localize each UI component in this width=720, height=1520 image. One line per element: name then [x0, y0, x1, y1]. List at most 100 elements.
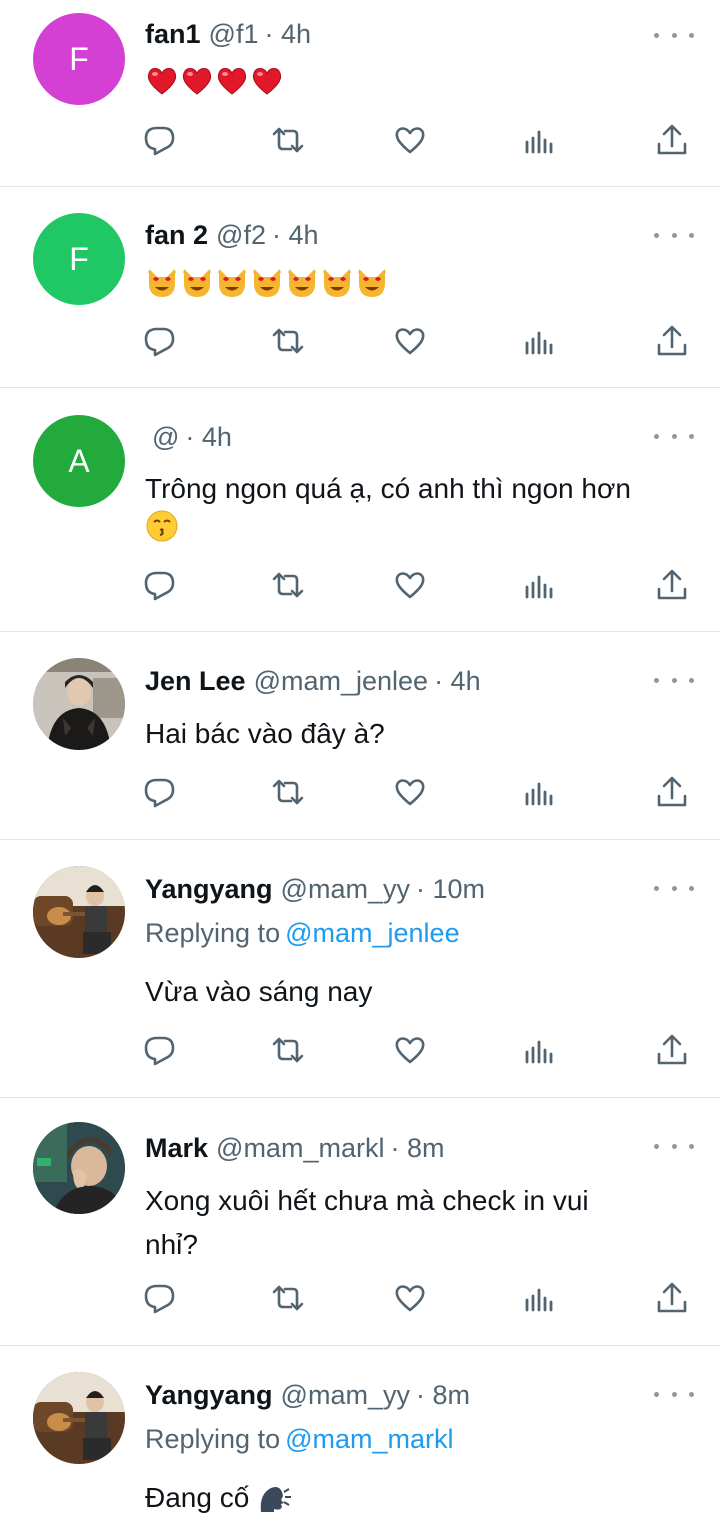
display-name[interactable]: fan1	[145, 14, 201, 54]
avatar[interactable]: F	[33, 13, 125, 105]
like-icon[interactable]	[390, 321, 430, 361]
red-heart-emoji	[180, 64, 214, 103]
emoji-row	[145, 64, 285, 103]
tweet-header: fan 2 @f2 · 4h	[145, 215, 319, 255]
share-icon[interactable]	[652, 1278, 692, 1318]
retweet-icon[interactable]	[268, 565, 308, 605]
tweet-text: Trông ngon quá ạ, có anh thì ngon hơn	[145, 473, 631, 504]
reply-icon[interactable]	[140, 321, 180, 361]
more-options-icon[interactable]	[654, 25, 694, 45]
timestamp[interactable]: · 4h	[272, 215, 319, 255]
retweet-icon[interactable]	[268, 1030, 308, 1070]
like-icon[interactable]	[390, 565, 430, 605]
tweet-header: Jen Lee @mam_jenlee · 4h	[145, 661, 481, 701]
tweet-text: Đang cố	[145, 1482, 250, 1513]
avatar[interactable]: F	[33, 213, 125, 305]
handle[interactable]: @mam_markl	[216, 1128, 384, 1168]
avatar[interactable]: A	[33, 415, 125, 507]
tweet[interactable]: Jen Lee @mam_jenlee · 4h Hai bác vào đây…	[0, 632, 720, 840]
views-icon[interactable]	[519, 1030, 559, 1070]
tweet-text-line: nhỉ?	[145, 1229, 198, 1260]
handle[interactable]: @	[152, 417, 179, 457]
tweet-text-row: Đang cố	[145, 1476, 700, 1520]
more-options-icon[interactable]	[654, 878, 694, 898]
replying-handle-link[interactable]: @mam_jenlee	[285, 918, 460, 948]
person-on-sofa-with-guitar-photo	[33, 866, 125, 958]
smiling-cat-heart-eyes-emoji	[285, 265, 319, 304]
replying-label: Replying to	[145, 918, 281, 948]
reply-icon[interactable]	[140, 565, 180, 605]
avatar[interactable]	[33, 866, 125, 958]
reply-icon[interactable]	[140, 1030, 180, 1070]
views-icon[interactable]	[519, 321, 559, 361]
share-icon[interactable]	[652, 321, 692, 361]
reply-icon[interactable]	[140, 772, 180, 812]
reply-icon[interactable]	[140, 120, 180, 160]
red-heart-emoji	[145, 64, 179, 103]
tweet-text: Xong xuôi hết chưa mà check in vui nhỉ?	[145, 1179, 700, 1267]
person-in-leather-jacket-photo	[33, 658, 125, 750]
avatar[interactable]	[33, 658, 125, 750]
retweet-icon[interactable]	[268, 120, 308, 160]
tweet[interactable]: Mark @mam_markl · 8m Xong xuôi hết chưa …	[0, 1098, 720, 1346]
person-on-sofa-with-guitar-photo	[33, 1372, 125, 1464]
action-bar	[0, 565, 720, 605]
retweet-icon[interactable]	[268, 772, 308, 812]
tweet[interactable]: Yangyang @mam_yy · 8m Replying to @mam_ma…	[0, 1346, 720, 1520]
like-icon[interactable]	[390, 1030, 430, 1070]
share-icon[interactable]	[652, 565, 692, 605]
handle[interactable]: @f2	[216, 215, 266, 255]
avatar[interactable]	[33, 1122, 125, 1214]
reply-icon[interactable]	[140, 1278, 180, 1318]
emoji-row	[145, 265, 390, 304]
tweet[interactable]: F fan 2 @f2 · 4h	[0, 187, 720, 388]
timestamp[interactable]: · 4h	[434, 661, 481, 701]
timestamp[interactable]: · 4h	[185, 417, 232, 457]
replying-to: Replying to @mam_markl	[145, 1419, 454, 1459]
display-name[interactable]: Yangyang	[145, 869, 273, 909]
smiling-cat-heart-eyes-emoji	[320, 265, 354, 304]
tweet-text: Hai bác vào đây à?	[145, 718, 385, 749]
share-icon[interactable]	[652, 120, 692, 160]
display-name[interactable]: Yangyang	[145, 1375, 273, 1415]
timestamp[interactable]: · 8m	[390, 1128, 444, 1168]
views-icon[interactable]	[519, 120, 559, 160]
tweet-text-line: Xong xuôi hết chưa mà check in vui	[145, 1185, 589, 1216]
handle[interactable]: @mam_yy	[281, 869, 410, 909]
tweet-header: Yangyang @mam_yy · 8m	[145, 1375, 470, 1415]
action-bar	[0, 772, 720, 812]
display-name[interactable]: Mark	[145, 1128, 208, 1168]
avatar[interactable]	[33, 1372, 125, 1464]
timestamp[interactable]: · 8m	[416, 1375, 470, 1415]
timestamp[interactable]: · 4h	[264, 14, 311, 54]
like-icon[interactable]	[390, 120, 430, 160]
tweet[interactable]: A @ · 4h Trông ngon quá ạ, có anh thì ng…	[0, 388, 720, 632]
handle[interactable]: @mam_yy	[281, 1375, 410, 1415]
retweet-icon[interactable]	[268, 1278, 308, 1318]
handle[interactable]: @mam_jenlee	[254, 661, 429, 701]
more-options-icon[interactable]	[654, 1384, 694, 1404]
more-options-icon[interactable]	[654, 670, 694, 690]
like-icon[interactable]	[390, 772, 430, 812]
more-options-icon[interactable]	[654, 225, 694, 245]
share-icon[interactable]	[652, 1030, 692, 1070]
replying-to: Replying to @mam_jenlee	[145, 913, 460, 953]
timestamp[interactable]: · 10m	[416, 869, 485, 909]
views-icon[interactable]	[519, 1278, 559, 1318]
replying-handle-link[interactable]: @mam_markl	[285, 1424, 453, 1454]
tweet-header: fan1 @f1 · 4h	[145, 14, 311, 54]
display-name[interactable]: Jen Lee	[145, 661, 246, 701]
more-options-icon[interactable]	[654, 1136, 694, 1156]
views-icon[interactable]	[519, 565, 559, 605]
handle[interactable]: @f1	[209, 14, 259, 54]
tweet[interactable]: F fan1 @f1 · 4h	[0, 0, 720, 187]
more-options-icon[interactable]	[654, 426, 694, 446]
smiling-cat-heart-eyes-emoji	[355, 265, 389, 304]
retweet-icon[interactable]	[268, 321, 308, 361]
like-icon[interactable]	[390, 1278, 430, 1318]
display-name[interactable]: fan 2	[145, 215, 208, 255]
share-icon[interactable]	[652, 772, 692, 812]
action-bar	[0, 1278, 720, 1318]
tweet[interactable]: Yangyang @mam_yy · 10m Replying to @mam_j…	[0, 840, 720, 1098]
views-icon[interactable]	[519, 772, 559, 812]
